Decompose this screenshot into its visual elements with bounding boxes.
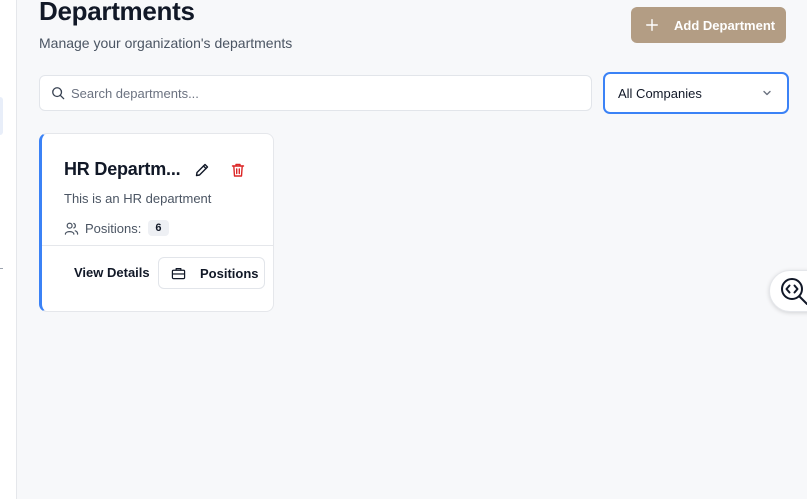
- add-department-button[interactable]: Add Department: [631, 7, 786, 43]
- users-icon: [64, 222, 79, 235]
- add-department-label: Add Department: [674, 17, 776, 33]
- edit-department-button[interactable]: [194, 162, 212, 180]
- sidebar: [0, 0, 17, 499]
- department-card: HR Departm... This is an HR department P…: [39, 133, 274, 312]
- positions-count-badge: 6: [148, 220, 169, 236]
- view-details-button[interactable]: View Details: [74, 265, 150, 280]
- department-name: HR Departm...: [64, 159, 181, 179]
- company-select[interactable]: All Companies: [603, 72, 789, 114]
- sidebar-divider: [0, 268, 3, 269]
- positions-label: Positions:: [85, 220, 142, 236]
- pencil-icon: [195, 163, 209, 177]
- search-icon: [52, 87, 65, 100]
- card-divider: [42, 245, 273, 246]
- positions-button[interactable]: Positions: [158, 257, 265, 289]
- plus-icon: [646, 19, 658, 31]
- delete-department-button[interactable]: [230, 162, 248, 180]
- page-title: Departments: [39, 0, 195, 26]
- search-input[interactable]: [71, 85, 571, 101]
- positions-summary: Positions: 6: [64, 220, 169, 236]
- company-select-value: All Companies: [618, 85, 702, 101]
- department-description: This is an HR department: [64, 191, 212, 206]
- sidebar-active-item[interactable]: [0, 97, 3, 135]
- trash-icon: [231, 163, 245, 177]
- positions-button-label: Positions: [200, 265, 259, 281]
- chevron-down-icon: [763, 90, 771, 96]
- search-field[interactable]: [39, 75, 592, 111]
- floating-devtools-widget[interactable]: [769, 270, 807, 312]
- briefcase-icon: [171, 267, 186, 279]
- page-subtitle: Manage your organization's departments: [39, 35, 293, 51]
- code-search-icon: [781, 278, 807, 305]
